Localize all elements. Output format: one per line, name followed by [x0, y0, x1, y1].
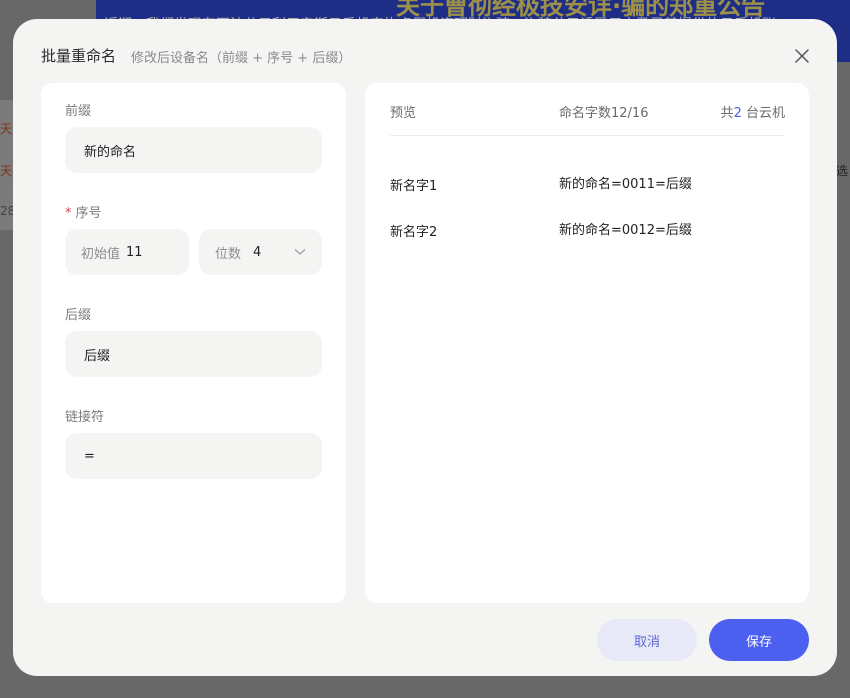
chevron-down-icon [294, 248, 306, 256]
preview-row: 新名字1 新的命名=0011=后缀 [365, 175, 809, 199]
digits-select[interactable]: 位数 4 [199, 229, 322, 275]
digits-label: 位数 [215, 246, 242, 262]
save-button[interactable]: 保存 [709, 619, 809, 661]
preview-old-name: 新名字2 [390, 225, 438, 240]
batch-rename-dialog: 批量重命名 修改后设备名（前缀 + 序号 + 后缀） 前缀 *序号 初始值 位数… [13, 19, 837, 676]
preview-row: 新名字2 新的命名=0012=后缀 [365, 221, 809, 245]
close-button[interactable] [793, 47, 811, 65]
dialog-title: 批量重命名 [41, 47, 117, 65]
suffix-label: 后缀 [65, 308, 92, 323]
preview-panel: 预览 命名字数12/16 共2 台云机 新名字1 新的命名=0011=后缀 新名… [365, 83, 809, 603]
connector-input[interactable] [65, 433, 322, 479]
preview-old-name: 新名字1 [390, 179, 438, 194]
device-total-prefix: 共 [720, 106, 734, 121]
start-value-field[interactable]: 初始值 [65, 229, 189, 275]
rename-form-panel: 前缀 *序号 初始值 位数 4 后缀 链接符 [41, 83, 346, 603]
device-total-count: 2 [733, 106, 742, 121]
serial-label: * 序号 [65, 202, 102, 221]
prefix-input[interactable] [65, 127, 322, 173]
preview-new-name: 新的命名=0012=后缀 [559, 223, 692, 238]
suffix-input[interactable] [65, 331, 322, 377]
preview-divider [390, 135, 784, 136]
prefix-label: 前缀 [65, 104, 92, 119]
start-value-input[interactable] [126, 244, 167, 260]
required-mark: * [65, 206, 72, 221]
cancel-button[interactable]: 取消 [597, 619, 697, 661]
device-total-suffix: 台云机 [745, 106, 785, 121]
preview-header-label: 预览 [390, 106, 417, 121]
name-count-label: 命名字数12/16 [559, 106, 649, 121]
preview-new-name: 新的命名=0011=后缀 [559, 177, 692, 192]
start-value-label: 初始值 [81, 246, 121, 262]
serial-label-text: 序号 [75, 206, 102, 221]
connector-label: 链接符 [65, 410, 105, 425]
dialog-subtitle: 修改后设备名（前缀 + 序号 + 后缀） [131, 51, 352, 66]
digits-value: 4 [253, 244, 262, 260]
close-icon [795, 49, 809, 63]
device-total: 共2 台云机 [721, 102, 785, 121]
